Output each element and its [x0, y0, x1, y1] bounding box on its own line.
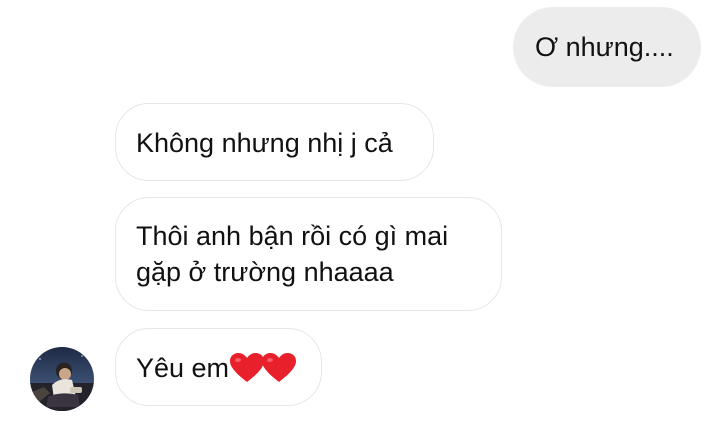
- red-heart-icon: [262, 353, 297, 382]
- heart-emojis: [230, 353, 297, 392]
- chat-thread: Ơ nhưng.... Không nhưng nhị j cả Thôi an…: [0, 0, 720, 434]
- message-text: Không nhưng nhị j cả: [136, 128, 393, 158]
- message-text-line-2: gặp ở trường nhaaaa: [136, 257, 394, 287]
- message-text: Ơ nhưng....: [535, 32, 674, 62]
- red-heart-icon: [230, 353, 265, 382]
- incoming-message-bubble[interactable]: Thôi anh bận rồi có gì mai gặp ở trường …: [115, 197, 502, 311]
- outgoing-message-bubble[interactable]: Ơ nhưng....: [513, 7, 701, 87]
- contact-avatar[interactable]: [30, 347, 94, 411]
- incoming-message-bubble[interactable]: Yêu em: [115, 328, 322, 406]
- avatar-photo: [30, 347, 94, 411]
- incoming-message-bubble[interactable]: Không nhưng nhị j cả: [115, 103, 434, 181]
- message-text: Yêu em: [136, 353, 230, 383]
- message-text-line-1: Thôi anh bận rồi có gì mai: [136, 221, 449, 251]
